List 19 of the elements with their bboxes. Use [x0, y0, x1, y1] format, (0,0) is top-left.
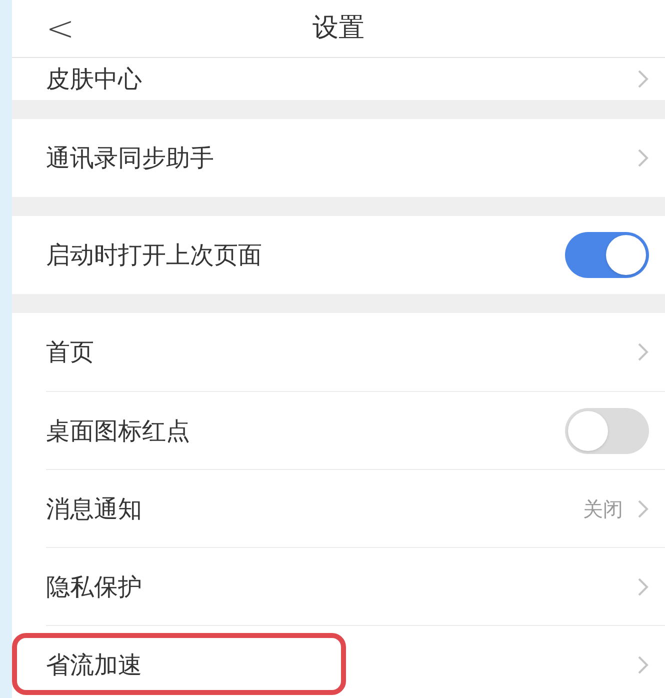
- setting-label: 通讯录同步助手: [46, 143, 215, 174]
- chevron-right-icon: [637, 654, 649, 674]
- setting-label: 隐私保护: [46, 572, 143, 602]
- chevron-right-icon: [637, 69, 649, 89]
- setting-label: 省流加速: [46, 650, 143, 680]
- page-title: 设置: [312, 12, 364, 45]
- setting-label: 消息通知: [46, 494, 143, 524]
- setting-label: 首页: [46, 337, 95, 368]
- setting-label: 皮肤中心: [46, 64, 143, 95]
- back-button[interactable]: <: [46, 12, 74, 46]
- setting-label: 桌面图标红点: [46, 416, 191, 446]
- chevron-right-icon: [637, 576, 649, 596]
- setting-value: 关闭: [583, 496, 623, 522]
- setting-label: 启动时打开上次页面: [46, 240, 263, 271]
- toggle-switch[interactable]: [565, 408, 649, 454]
- chevron-right-icon: [637, 498, 649, 518]
- chevron-right-icon: [637, 342, 649, 362]
- chevron-right-icon: [637, 148, 649, 168]
- toggle-switch[interactable]: [565, 232, 649, 278]
